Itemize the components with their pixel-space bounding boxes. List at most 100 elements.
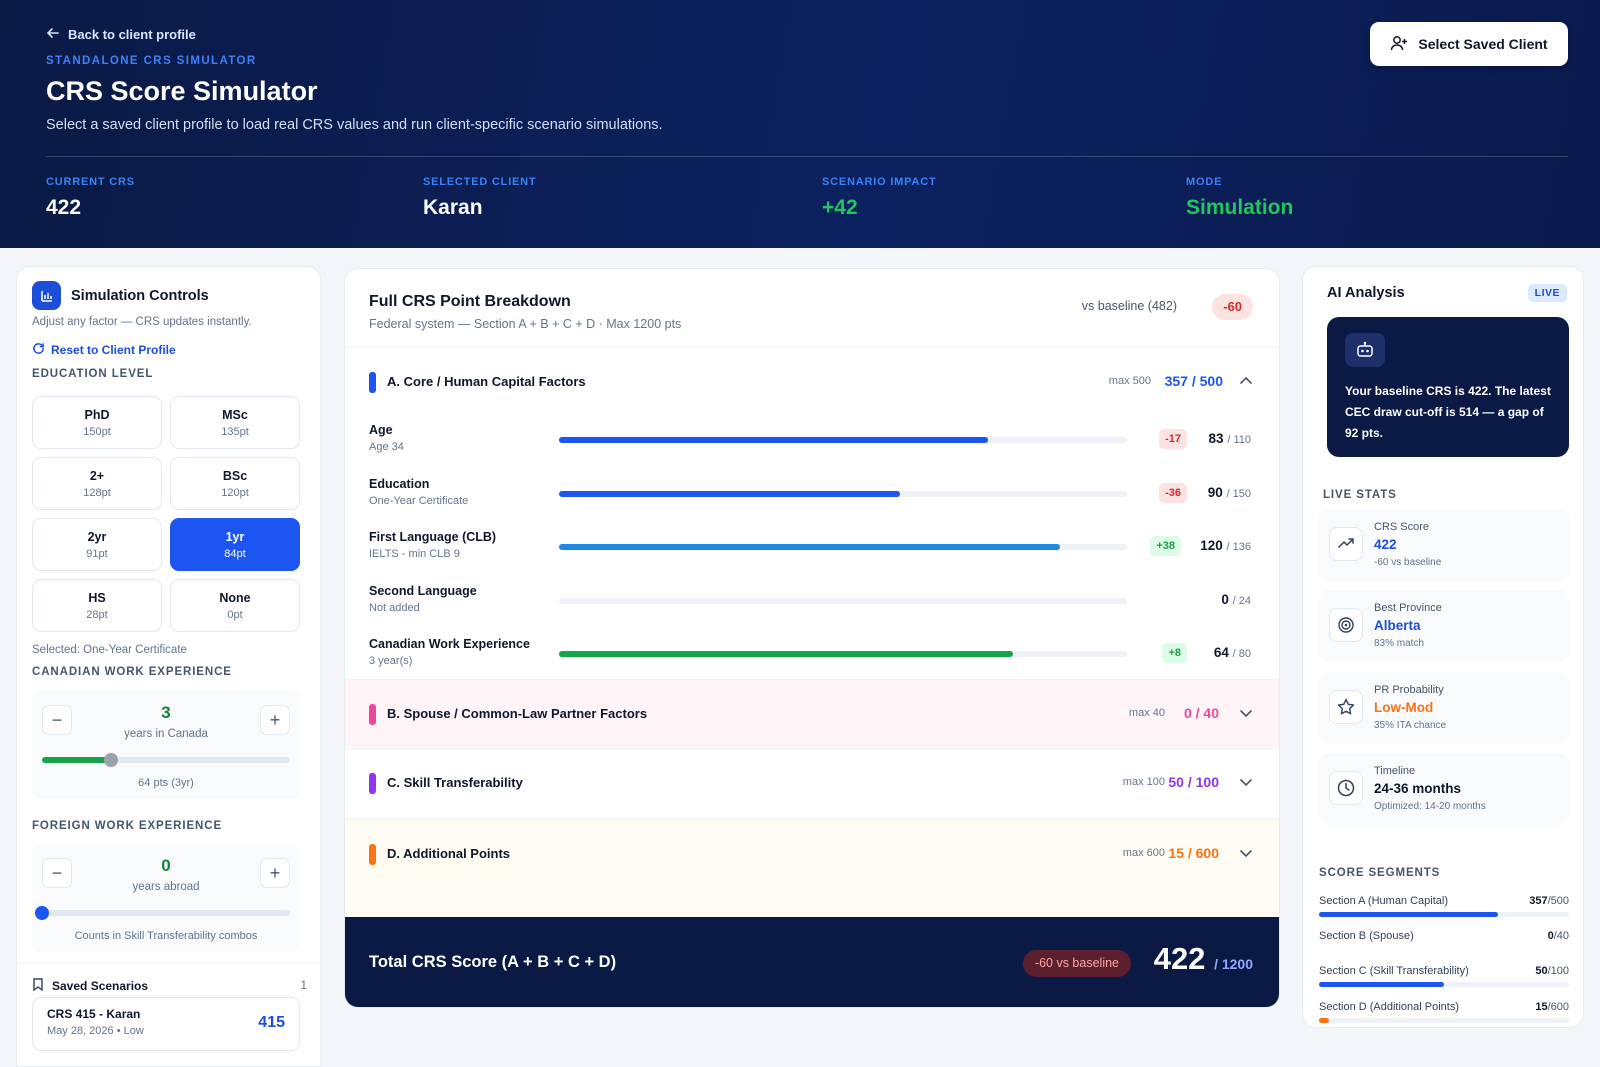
- chevron-down-icon[interactable]: [1237, 704, 1255, 722]
- chevron-down-icon[interactable]: [1237, 844, 1255, 862]
- section-color-bar: [369, 773, 376, 794]
- foreign-work-increment-button[interactable]: +: [260, 858, 290, 888]
- factor-progress-track: [559, 544, 1127, 550]
- segment-name: Section D (Additional Points): [1319, 1001, 1460, 1013]
- segment-name: Section C (Skill Transferability): [1319, 965, 1469, 977]
- factor-score-value: 90: [1207, 485, 1223, 500]
- live-stat-value: 24-36 months: [1374, 781, 1462, 796]
- back-link[interactable]: Back to client profile: [46, 26, 196, 43]
- live-stat-card: PR Probability Low-Mod 35% ITA chance: [1319, 672, 1569, 744]
- education-option-points: 128pt: [83, 486, 111, 499]
- breakdown-section-row[interactable]: B. Spouse / Common-Law Partner Factors m…: [345, 679, 1279, 747]
- section-name: D. Additional Points: [387, 846, 511, 861]
- live-stat-sub: 35% ITA chance: [1374, 720, 1447, 731]
- section-score: 0 / 40: [1183, 705, 1219, 721]
- stat-label: SELECTED CLIENT: [423, 176, 537, 188]
- section-max: max 40: [1128, 707, 1165, 719]
- saved-scenarios-title: Saved Scenarios: [32, 978, 148, 994]
- chevron-up-icon[interactable]: [1237, 372, 1255, 390]
- education-selected-note: Selected: One-Year Certificate: [32, 644, 187, 656]
- breakdown-section-row[interactable]: A. Core / Human Capital Factors max 500 …: [345, 347, 1279, 415]
- select-saved-client-button[interactable]: Select Saved Client: [1370, 22, 1568, 66]
- saved-scenario-item[interactable]: CRS 415 - Karan May 28, 2026 • Low 415: [32, 997, 300, 1051]
- breakdown-section-row[interactable]: D. Additional Points max 600 15 / 600: [345, 819, 1279, 917]
- reset-to-profile-link[interactable]: Reset to Client Profile: [32, 342, 176, 358]
- segment-fill: [1319, 912, 1498, 917]
- refresh-icon: [32, 342, 45, 358]
- education-option[interactable]: HS 28pt: [32, 579, 162, 632]
- trend-up-icon: [1329, 527, 1363, 561]
- simulation-controls-panel: Simulation Controls Adjust any factor — …: [16, 266, 321, 1067]
- crs-breakdown-panel: Full CRS Point Breakdown Federal system …: [344, 268, 1280, 1008]
- header-divider: [46, 156, 1568, 157]
- live-stat-key: Best Province: [1374, 602, 1442, 614]
- segment-fill: [1319, 982, 1444, 987]
- slider-thumb[interactable]: [104, 753, 119, 767]
- factor-name: First Language (CLB): [369, 530, 497, 544]
- slider-thumb[interactable]: [35, 906, 49, 920]
- segment-value: 357/500: [1529, 895, 1569, 907]
- education-option[interactable]: 2+ 128pt: [32, 457, 162, 510]
- education-option-points: 150pt: [83, 425, 111, 438]
- segment-value-max: /100: [1547, 965, 1569, 977]
- section-color-bar: [369, 704, 376, 725]
- education-option-name: HS: [88, 590, 106, 605]
- education-option-name: PhD: [84, 407, 110, 422]
- chevron-down-icon[interactable]: [1237, 773, 1255, 791]
- live-stat-value: 422: [1374, 537, 1397, 552]
- foreign-work-slider[interactable]: [35, 906, 290, 920]
- factor-score-max: / 24: [1232, 595, 1251, 607]
- education-option-points: 0pt: [227, 608, 243, 621]
- factor-detail: Age 34: [369, 441, 404, 453]
- factor-progress-fill: [559, 651, 1014, 657]
- education-option[interactable]: PhD 150pt: [32, 396, 162, 449]
- score-segment: Section C (Skill Transferability) 50/100: [1319, 965, 1569, 995]
- saved-scenario-title: CRS 415 - Karan: [47, 1007, 141, 1021]
- section-name: C. Skill Transferability: [387, 775, 523, 790]
- canadian-work-slider[interactable]: [42, 753, 290, 767]
- breakdown-section-row[interactable]: C. Skill Transferability max 100 50 / 10…: [345, 748, 1279, 816]
- factor-score-max: / 110: [1227, 434, 1251, 446]
- segment-track: [1319, 982, 1569, 987]
- live-stat-card: Best Province Alberta 83% match: [1319, 590, 1569, 662]
- foreign-work-label: FOREIGN WORK EXPERIENCE: [32, 820, 223, 832]
- canadian-work-increment-button[interactable]: +: [260, 705, 290, 735]
- section-name: B. Spouse / Common-Law Partner Factors: [387, 706, 648, 721]
- saved-scenarios-header: Saved Scenarios 1: [17, 963, 320, 994]
- education-option[interactable]: None 0pt: [170, 579, 300, 632]
- segment-value: 0/40: [1548, 930, 1569, 942]
- target-icon: [1329, 608, 1363, 642]
- factor-progress-fill: [559, 544, 1060, 550]
- section-score: 15 / 600: [1168, 845, 1219, 861]
- page-title: CRS Score Simulator: [46, 76, 318, 106]
- education-option[interactable]: BSc 120pt: [170, 457, 300, 510]
- controls-header: Simulation Controls: [32, 281, 209, 310]
- factor-score-value: 120: [1200, 538, 1223, 553]
- segment-track: [1319, 912, 1569, 917]
- factor-name: Canadian Work Experience: [369, 637, 530, 651]
- education-option[interactable]: MSc 135pt: [170, 396, 300, 449]
- factor-name: Age: [369, 423, 393, 437]
- saved-scenario-meta: May 28, 2026 • Low: [47, 1025, 144, 1037]
- education-option-name: BSc: [222, 468, 248, 483]
- factor-score: 0 / 24: [1221, 592, 1251, 607]
- factor-score: 83 / 110: [1209, 431, 1251, 446]
- stat-label: SCENARIO IMPACT: [822, 176, 937, 188]
- segment-value: 15/600: [1535, 1001, 1569, 1013]
- score-segment: Section A (Human Capital) 357/500: [1319, 895, 1569, 925]
- factor-progress-fill: [559, 491, 900, 497]
- bookmark-icon: [32, 978, 44, 994]
- education-option[interactable]: 2yr 91pt: [32, 518, 162, 571]
- education-option-name: None: [219, 590, 251, 605]
- segment-value-max: /600: [1547, 1001, 1569, 1013]
- score-segment: Section B (Spouse) 0/40: [1319, 930, 1569, 960]
- page-header: Back to client profile STANDALONE CRS SI…: [0, 0, 1600, 248]
- education-option[interactable]: 1yr 84pt: [170, 518, 300, 571]
- stat-label: MODE: [1186, 176, 1223, 188]
- live-stat-key: Timeline: [1374, 765, 1416, 777]
- segment-name: Section B (Spouse): [1319, 930, 1414, 942]
- score-segments-label: SCORE SEGMENTS: [1319, 867, 1441, 879]
- robot-icon: [1345, 333, 1385, 367]
- controls-title: Simulation Controls: [71, 287, 209, 304]
- section-color-bar: [369, 372, 376, 393]
